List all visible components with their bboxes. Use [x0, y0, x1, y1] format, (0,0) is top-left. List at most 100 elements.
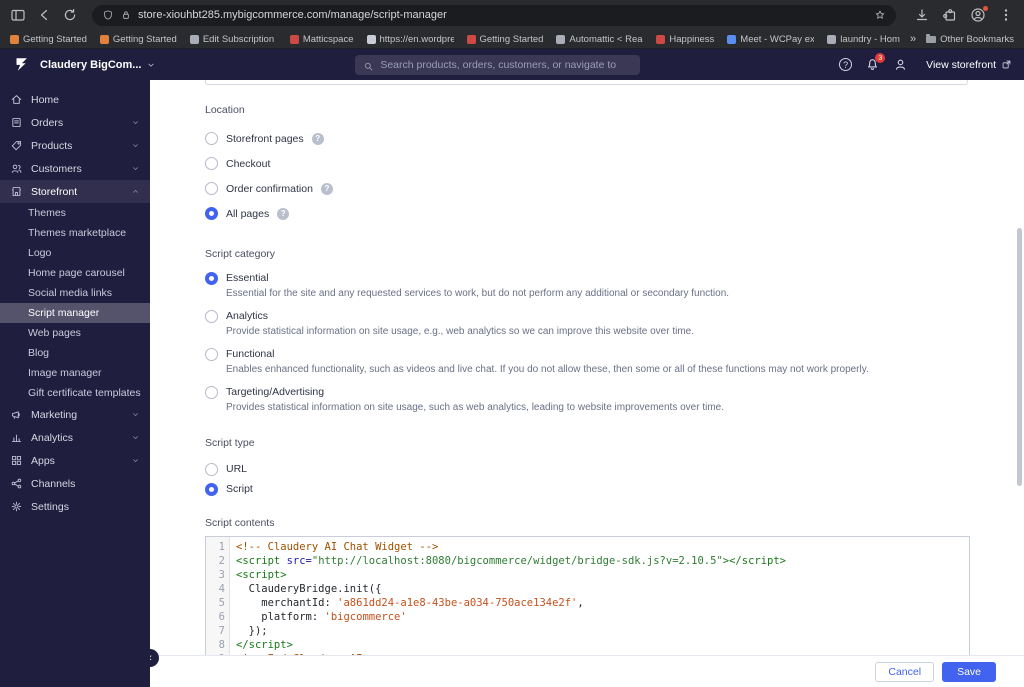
address-bar[interactable]: store-xiouhbt285.mybigcommerce.com/manag…: [92, 4, 896, 26]
sidebar-item-blog[interactable]: Blog: [0, 343, 150, 363]
chevron-down-icon: [131, 164, 140, 173]
sidebar-item-web-pages[interactable]: Web pages: [0, 323, 150, 343]
line-number: 7: [218, 625, 225, 637]
sidebar-item-themes-marketplace[interactable]: Themes marketplace: [0, 223, 150, 243]
radio-selected[interactable]: [205, 271, 218, 285]
bookmark-label: Edit Subscription "S...: [202, 33, 277, 45]
extensions-icon[interactable]: [942, 7, 958, 23]
bookmark-item[interactable]: Automattic < Reader...: [556, 34, 643, 45]
browser-menu-icon[interactable]: [998, 7, 1014, 23]
radio-description: Provides statistical information on site…: [226, 402, 725, 413]
sidebar-item-label: Settings: [31, 500, 69, 513]
url-text[interactable]: store-xiouhbt285.mybigcommerce.com/manag…: [138, 9, 447, 21]
radio-label: Functional: [226, 348, 275, 360]
save-button[interactable]: Save: [942, 661, 996, 682]
reload-icon[interactable]: [62, 7, 78, 23]
line-number: 6: [218, 611, 225, 623]
cancel-button[interactable]: Cancel: [875, 661, 935, 682]
radio-option-essential: Essential Essential for the site and any …: [205, 270, 1024, 299]
customers-icon: [10, 162, 23, 175]
chevron-down-icon: [131, 456, 140, 465]
script-type-options: URL Script: [205, 459, 1024, 499]
lock-icon[interactable]: [120, 9, 132, 21]
radio-option-order-confirmation: Order confirmation?: [205, 176, 1024, 201]
sidebar-item-label: Apps: [31, 454, 55, 467]
download-icon[interactable]: [914, 7, 930, 23]
bookmark-item[interactable]: Matticspace: [289, 33, 354, 45]
radio-selected[interactable]: [205, 482, 218, 496]
bookmark-item[interactable]: Edit Subscription "S...: [189, 33, 277, 45]
favicon: [99, 34, 109, 44]
sidebar-item-products[interactable]: Products: [0, 134, 150, 157]
radio-option-all-pages: All pages?: [205, 201, 1024, 226]
code-line: ClauderyBridge.init({: [236, 583, 382, 595]
partial-input-field[interactable]: [205, 80, 968, 85]
sidebar-item-label: Products: [31, 139, 73, 152]
bookmark-item[interactable]: Happiness: [656, 34, 714, 45]
radio-unselected[interactable]: [205, 157, 218, 170]
store-switcher[interactable]: Claudery BigCom...: [40, 59, 156, 71]
view-storefront-link[interactable]: View storefront: [926, 59, 1012, 71]
browser-profile-icon[interactable]: [970, 6, 988, 23]
bookmark-item[interactable]: laundry - Homery: [827, 34, 900, 45]
bookmark-label: Getting Started: [112, 33, 177, 45]
script-form: Location Storefront pages? Checkout Order …: [150, 80, 1024, 687]
channels-icon: [10, 477, 23, 490]
sidebar-item-settings[interactable]: Settings: [0, 495, 150, 518]
radio-selected[interactable]: [205, 207, 218, 220]
sidebar-item-label: Customers: [31, 162, 82, 175]
sidebar-item-script-manager[interactable]: Script manager: [0, 303, 150, 323]
bookmark-item[interactable]: Meet - WCPay exte...: [727, 34, 814, 45]
sidebar-item-marketing[interactable]: Marketing: [0, 403, 150, 426]
bookmark-star-icon[interactable]: [874, 9, 886, 21]
help-icon[interactable]: ?: [839, 58, 853, 71]
apps-icon: [10, 454, 23, 467]
sidebar-item-gift-certificate-templates[interactable]: Gift certificate templates: [0, 383, 150, 403]
sidebar-item-customers[interactable]: Customers: [0, 157, 150, 180]
sidebar-item-themes[interactable]: Themes: [0, 203, 150, 223]
sidebar-item-home-page-carousel[interactable]: Home page carousel: [0, 263, 150, 283]
shield-icon[interactable]: [102, 9, 114, 21]
sidebar-item-label: Marketing: [31, 408, 78, 421]
account-icon[interactable]: [893, 57, 908, 72]
radio-unselected[interactable]: [205, 309, 218, 323]
sidebar-item-image-manager[interactable]: Image manager: [0, 363, 150, 383]
scrollbar-thumb[interactable]: [1017, 228, 1022, 486]
radio-unselected[interactable]: [205, 385, 218, 399]
bookmark-item[interactable]: https://en.wordpres...: [366, 34, 454, 45]
radio-unselected[interactable]: [205, 132, 218, 145]
sidebar-item-storefront[interactable]: Storefront: [0, 180, 150, 203]
chevron-down-icon: [131, 141, 140, 150]
radio-unselected[interactable]: [205, 462, 218, 476]
bookmarks-overflow-icon[interactable]: »: [910, 33, 916, 45]
other-bookmarks-button[interactable]: Other Bookmarks: [926, 34, 1014, 45]
notifications-icon[interactable]: 3: [865, 53, 886, 72]
help-icon[interactable]: ?: [311, 132, 324, 145]
chevron-down-icon: [131, 433, 140, 442]
sidebar-item-home[interactable]: Home: [0, 88, 150, 111]
bookmark-item[interactable]: Getting Started: [99, 33, 177, 45]
sidebar-item-orders[interactable]: Orders: [0, 111, 150, 134]
global-search[interactable]: [355, 54, 641, 75]
sidebar-item-channels[interactable]: Channels: [0, 472, 150, 495]
bookmark-label: Matticspace: [302, 33, 354, 45]
external-link-icon: [1001, 59, 1012, 70]
bigcommerce-logo[interactable]: [10, 54, 32, 76]
sidebar-item-apps[interactable]: Apps: [0, 449, 150, 472]
orders-icon: [10, 116, 23, 129]
search-input[interactable]: [380, 58, 633, 71]
location-options: Storefront pages? Checkout Order confirmat…: [205, 126, 1024, 226]
help-icon[interactable]: ?: [277, 207, 290, 220]
script-category-options: Essential Essential for the site and any …: [205, 270, 1024, 413]
sidebar-item-analytics[interactable]: Analytics: [0, 426, 150, 449]
sidebar-item-logo[interactable]: Logo: [0, 243, 150, 263]
help-icon[interactable]: ?: [320, 182, 333, 195]
radio-unselected[interactable]: [205, 182, 218, 195]
panel-icon[interactable]: [10, 7, 26, 23]
back-icon[interactable]: [36, 7, 52, 23]
radio-description: Essential for the site and any requested…: [226, 288, 730, 299]
bookmark-item[interactable]: Getting Started: [466, 34, 543, 45]
radio-unselected[interactable]: [205, 347, 218, 361]
sidebar-item-social-media-links[interactable]: Social media links: [0, 283, 150, 303]
bookmark-item[interactable]: Getting Started: [10, 34, 87, 45]
